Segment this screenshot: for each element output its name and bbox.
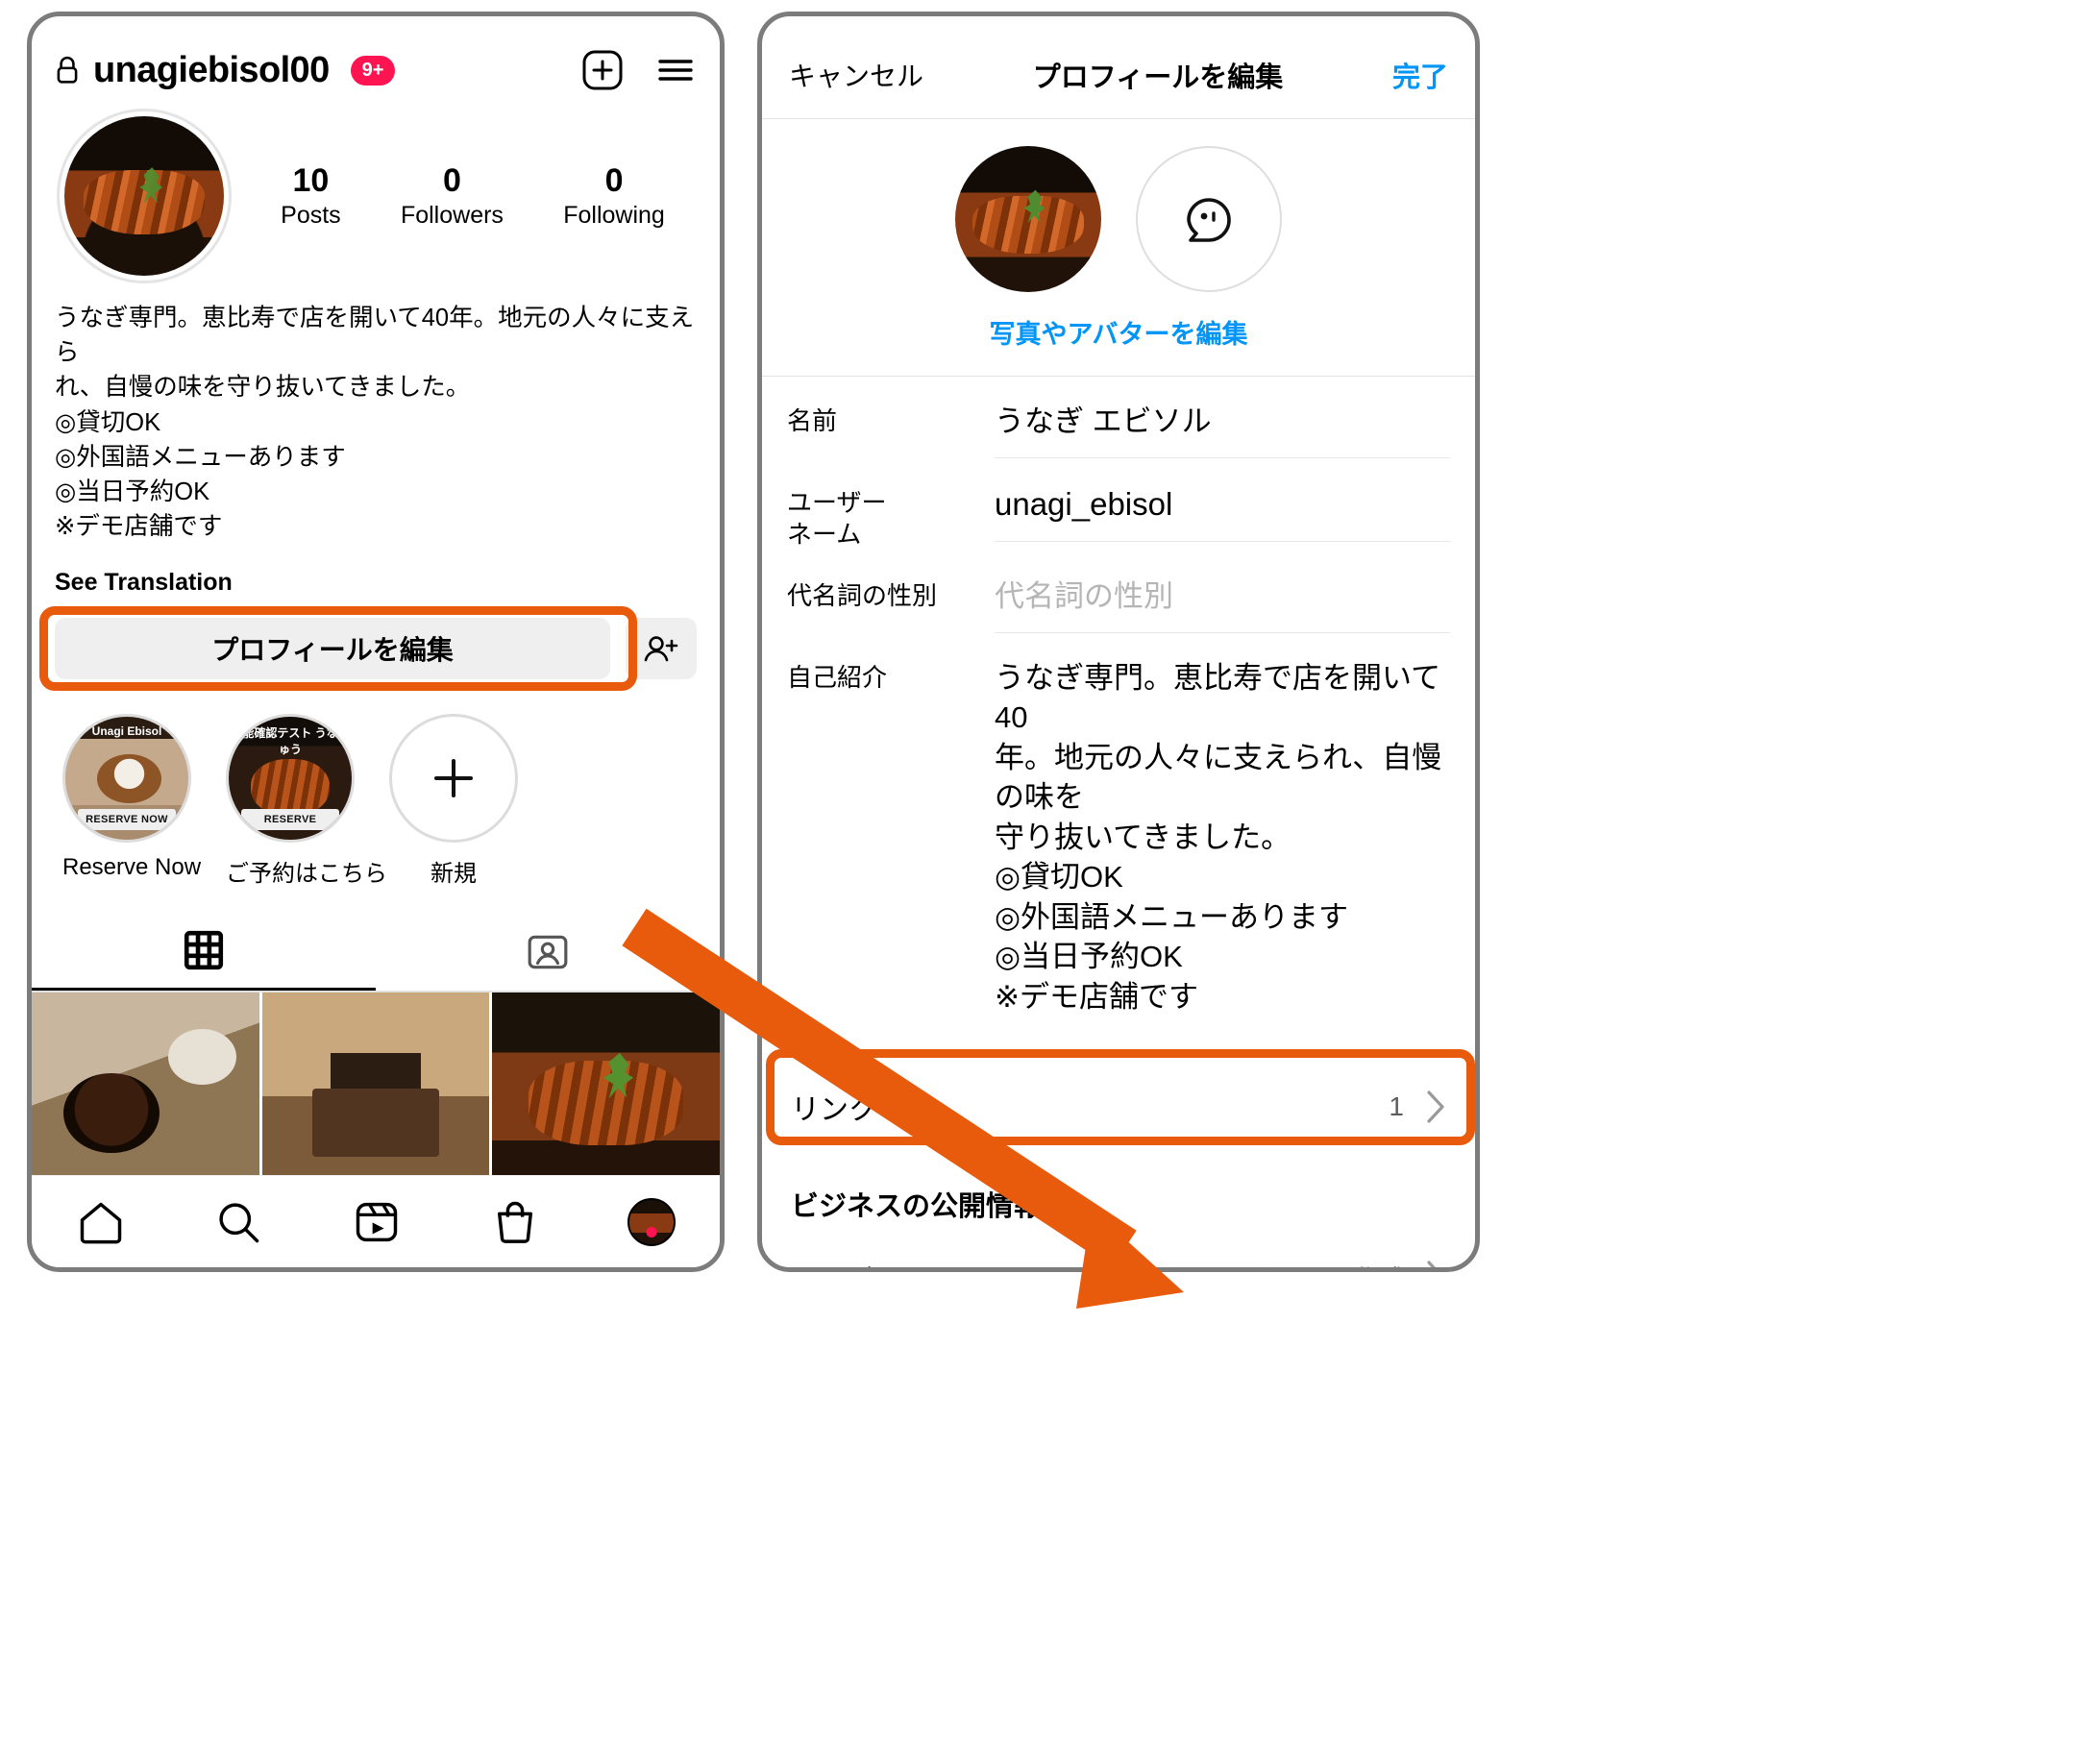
highlight-cover-text: Unagi Ebisol (91, 724, 162, 739)
avatar-image (64, 116, 224, 276)
tagged-person-icon (526, 930, 570, 974)
field-username: ユーザー ネーム unagi_ebisol (762, 458, 1475, 552)
edit-profile-button[interactable]: プロフィールを編集 (55, 618, 610, 680)
field-input-wrap[interactable]: うなぎ専門。恵比寿で店を開いて40 年。地元の人々に支えられ、自慢の味を 守り抜… (995, 658, 1450, 1033)
name-field[interactable]: うなぎ エビソル (995, 402, 1450, 442)
grid-post[interactable] (261, 992, 490, 1193)
highlight-item-new[interactable]: 新規 (389, 714, 518, 888)
tab-tagged[interactable] (376, 915, 720, 991)
avatar-picker-row (762, 119, 1475, 292)
add-person-icon[interactable] (626, 618, 697, 680)
highlight-label: ご予約はこちら (226, 861, 387, 888)
avatar[interactable] (57, 109, 232, 283)
row-page[interactable]: ページ リンクまたは作成 (762, 1224, 1475, 1267)
highlight-cover-text: 機能確認テスト うなじゅう (231, 726, 350, 757)
row-label: ページ (791, 1257, 1198, 1267)
grid-post[interactable] (32, 992, 259, 1193)
plus-icon (389, 714, 518, 844)
highlight-label: Reserve Now (62, 854, 202, 881)
stat-following-count: 0 (604, 161, 624, 199)
field-name: 名前 うなぎ エビソル (762, 377, 1475, 458)
field-pronouns: 代名詞の性別 代名詞の性別 (762, 551, 1475, 633)
chevron-right-icon (1425, 1090, 1446, 1124)
field-input-wrap[interactable]: 代名詞の性別 (995, 576, 1450, 633)
edit-profile-row: プロフィールを編集 (32, 597, 720, 692)
stat-followers-count: 0 (442, 161, 461, 199)
edit-photo-avatar-link[interactable]: 写真やアバターを編集 (762, 292, 1475, 377)
cancel-button[interactable]: キャンセル (789, 56, 923, 94)
stat-following-label: Following (563, 202, 665, 230)
highlight-cover-cta: RESERVE (240, 809, 340, 831)
edit-profile-title: プロフィールを編集 (1032, 62, 1284, 93)
link-row-count: 1 (1389, 1091, 1404, 1122)
field-bio: 自己紹介 うなぎ専門。恵比寿で店を開いて40 年。地元の人々に支えられ、自慢の味… (762, 633, 1475, 1033)
profile-bio: うなぎ専門。恵比寿で店を開いて40年。地元の人々に支えら れ、自慢の味を守り抜い… (55, 305, 695, 541)
bio-field[interactable]: うなぎ専門。恵比寿で店を開いて40 年。地元の人々に支えられ、自慢の味を 守り抜… (995, 658, 1450, 1017)
field-input-wrap[interactable]: unagi_ebisol (995, 483, 1450, 542)
stat-posts[interactable]: 10 Posts (281, 162, 341, 230)
search-icon[interactable] (213, 1197, 263, 1247)
profile-stats-row: 10 Posts 0 Followers 0 Following (32, 101, 720, 283)
field-label: 代名詞の性別 (787, 581, 938, 611)
profile-header: unagiebisol00 9+ (32, 16, 720, 101)
lock-icon (55, 56, 80, 85)
edit-profile-header: キャンセル プロフィールを編集 完了 (762, 16, 1475, 119)
hamburger-menu-icon[interactable] (654, 49, 697, 91)
plus-square-icon[interactable] (581, 49, 624, 91)
profile-tabs (32, 915, 720, 993)
stat-posts-count: 10 (292, 161, 330, 199)
reels-icon[interactable] (352, 1197, 402, 1247)
pronouns-field[interactable]: 代名詞の性別 (995, 576, 1450, 617)
bottom-navigation (32, 1175, 720, 1267)
highlight-cover-cta: RESERVE NOW (77, 809, 177, 831)
stat-followers[interactable]: 0 Followers (401, 162, 504, 230)
stat-posts-label: Posts (281, 202, 341, 230)
highlight-cover: Unagi Ebisol RESERVE NOW (62, 714, 191, 844)
row-value: リンクまたは作成 (1198, 1259, 1406, 1267)
instagram-profile-phone: unagiebisol00 9+ 10 Posts 0 Followers 0 … (27, 12, 725, 1272)
highlight-item[interactable]: Unagi Ebisol RESERVE NOW Reserve Now (62, 714, 202, 888)
avatar-face-icon[interactable] (1136, 146, 1282, 292)
link-row-label: リンク (791, 1094, 877, 1127)
story-highlights: Unagi Ebisol RESERVE NOW Reserve Now 機能確… (32, 679, 720, 888)
business-section-title: ビジネスの公開情報 (791, 1191, 1043, 1223)
post-grid (32, 992, 720, 1193)
username-field[interactable]: unagi_ebisol (995, 483, 1450, 526)
profile-avatar-icon[interactable] (627, 1197, 676, 1246)
status-badge[interactable]: 9+ (350, 55, 396, 86)
grid-post[interactable] (492, 992, 720, 1193)
home-icon[interactable] (76, 1197, 126, 1247)
highlight-label: 新規 (430, 861, 477, 888)
field-label: 自己紹介 (787, 662, 888, 692)
shop-bag-icon[interactable] (490, 1197, 540, 1247)
field-label: ユーザー ネーム (787, 487, 887, 550)
stat-following[interactable]: 0 Following (563, 162, 665, 230)
page-title[interactable]: unagiebisol00 (93, 50, 330, 91)
stat-followers-label: Followers (400, 202, 504, 230)
edit-profile-phone: キャンセル プロフィールを編集 完了 写真やアバターを編集 名前 うなぎ エビソ… (757, 12, 1480, 1272)
highlight-item[interactable]: 機能確認テスト うなじゅう RESERVE ご予約はこちら (226, 714, 387, 888)
chevron-right-icon (1425, 1260, 1446, 1267)
see-translation-link[interactable]: See Translation (32, 544, 720, 597)
unread-dot (646, 1226, 657, 1237)
highlight-cover: 機能確認テスト うなじゅう RESERVE (226, 714, 355, 844)
grid-icon (182, 928, 226, 972)
field-input-wrap[interactable]: うなぎ エビソル (995, 402, 1450, 458)
stats-group: 10 Posts 0 Followers 0 Following (232, 162, 695, 230)
field-label: 名前 (787, 406, 838, 435)
tab-grid[interactable] (32, 915, 376, 992)
done-button[interactable]: 完了 (1392, 55, 1448, 95)
link-row[interactable]: リンク 1 (766, 1049, 1475, 1153)
screenshot-stage: unagiebisol00 9+ 10 Posts 0 Followers 0 … (0, 0, 2091, 1764)
avatar[interactable] (955, 146, 1101, 292)
